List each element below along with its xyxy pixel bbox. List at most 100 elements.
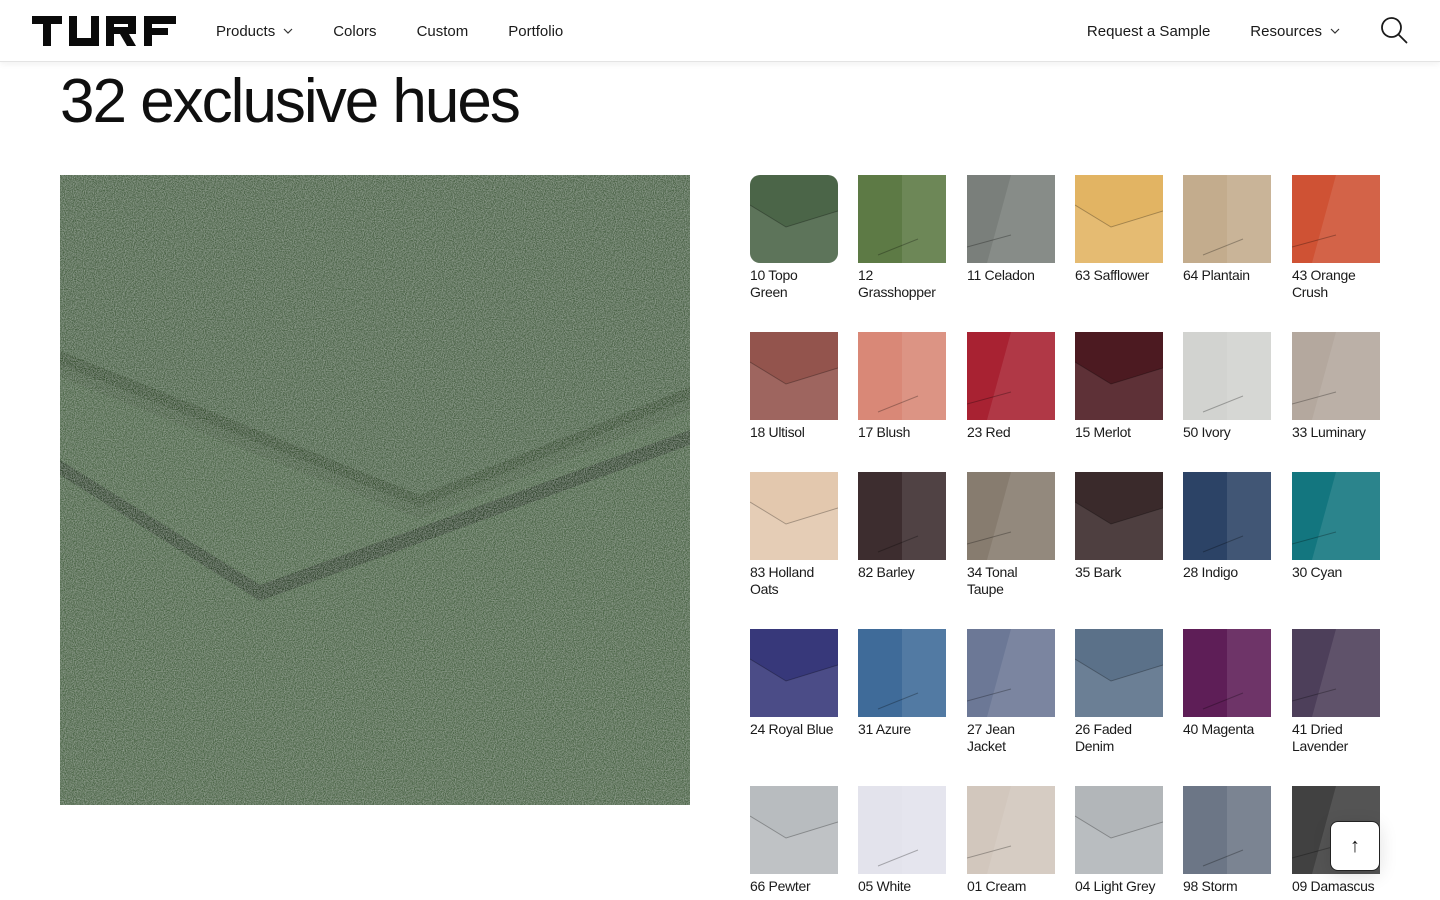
swatch-label: 82 Barley (858, 564, 915, 580)
chevron-down-icon (1330, 28, 1340, 34)
swatch-label: 31 Azure (858, 721, 911, 737)
secondary-nav: Request a Sample Resources (1087, 0, 1340, 62)
swatch-chip (858, 472, 946, 560)
color-swatch[interactable]: 33 Luminary (1292, 332, 1380, 441)
nav-portfolio-label: Portfolio (508, 22, 564, 40)
color-swatch[interactable]: 30 Cyan (1292, 472, 1380, 581)
swatch-label: 83 Holland Oats (750, 564, 814, 597)
color-swatch[interactable]: 15 Merlot (1075, 332, 1163, 441)
turf-logo[interactable] (32, 16, 176, 46)
page-title: 32 exclusive hues (60, 67, 521, 136)
color-swatch[interactable]: 23 Red (967, 332, 1055, 441)
swatch-label: 12 Grasshopper (858, 267, 936, 300)
nav-resources-label: Resources (1250, 22, 1322, 40)
swatch-label: 01 Cream (967, 878, 1027, 894)
swatch-chip (967, 175, 1055, 263)
color-swatch[interactable]: 64 Plantain (1183, 175, 1271, 284)
swatch-label: 41 Dried Lavender (1292, 721, 1348, 754)
color-swatch[interactable]: 11 Celadon (967, 175, 1055, 284)
nav-custom-label: Custom (416, 22, 469, 40)
swatch-label: 43 Orange Crush (1292, 267, 1356, 300)
color-swatch[interactable]: 28 Indigo (1183, 472, 1271, 581)
swatch-chip (750, 472, 838, 560)
swatch-label: 17 Blush (858, 424, 911, 440)
nav-request-sample-label: Request a Sample (1086, 22, 1211, 40)
color-swatch[interactable]: 82 Barley (858, 472, 946, 581)
swatch-label: 50 Ivory (1183, 424, 1231, 440)
color-swatch[interactable]: 17 Blush (858, 332, 946, 441)
swatch-label: 33 Luminary (1292, 424, 1366, 440)
swatch-chip (1075, 472, 1163, 560)
swatch-label: 98 Storm (1183, 878, 1238, 894)
swatch-chip (1292, 472, 1380, 560)
color-swatch[interactable]: 24 Royal Blue (750, 629, 838, 738)
swatch-chip (967, 332, 1055, 420)
chevron-down-icon (283, 28, 293, 34)
color-swatch[interactable]: 98 Storm (1183, 786, 1271, 895)
swatch-label: 24 Royal Blue (750, 721, 834, 737)
swatch-chip (967, 629, 1055, 717)
swatch-label: 15 Merlot (1075, 424, 1131, 440)
swatch-chip (858, 786, 946, 874)
color-swatch[interactable]: 27 Jean Jacket (967, 629, 1055, 755)
nav-resources[interactable]: Resources (1250, 23, 1340, 40)
color-swatch[interactable]: 41 Dried Lavender (1292, 629, 1380, 755)
hero-felt-illustration (60, 175, 690, 805)
swatch-chip (1183, 472, 1271, 560)
color-swatch[interactable]: 35 Bark (1075, 472, 1163, 581)
swatch-chip (858, 332, 946, 420)
nav-colors[interactable]: Colors (333, 23, 376, 40)
color-swatch[interactable]: 12 Grasshopper (858, 175, 946, 301)
swatch-label: 26 Faded Denim (1075, 721, 1132, 754)
nav-custom[interactable]: Custom (417, 23, 469, 40)
color-swatch[interactable]: 43 Orange Crush (1292, 175, 1380, 301)
swatch-label: 04 Light Grey (1075, 878, 1156, 894)
swatch-chip (1183, 786, 1271, 874)
color-swatch[interactable]: 83 Holland Oats (750, 472, 838, 598)
swatch-chip (1075, 786, 1163, 874)
color-swatch[interactable]: 26 Faded Denim (1075, 629, 1163, 755)
swatch-chip (750, 175, 838, 263)
swatch-label: 34 Tonal Taupe (967, 564, 1018, 597)
color-swatch[interactable]: 10 Topo Green (750, 175, 838, 301)
swatch-chip (967, 786, 1055, 874)
nav-request-sample[interactable]: Request a Sample (1087, 23, 1210, 40)
swatch-chip (1075, 175, 1163, 263)
color-swatch[interactable]: 63 Safflower (1075, 175, 1163, 284)
swatch-chip (1183, 629, 1271, 717)
nav-colors-label: Colors (333, 22, 377, 40)
swatch-chip (1292, 332, 1380, 420)
color-swatch[interactable]: 01 Cream (967, 786, 1055, 895)
swatch-label: 27 Jean Jacket (967, 721, 1015, 754)
swatch-chip (1292, 175, 1380, 263)
swatch-chip (967, 472, 1055, 560)
swatch-label: 63 Safflower (1075, 267, 1149, 283)
site-header: Products Colors Custom Portfolio Request… (0, 0, 1440, 62)
swatch-label: 23 Red (967, 424, 1011, 440)
color-swatch[interactable]: 18 Ultisol (750, 332, 838, 441)
swatch-label: 05 White (858, 878, 911, 894)
nav-products[interactable]: Products (216, 23, 293, 40)
color-swatch[interactable]: 05 White (858, 786, 946, 895)
swatch-chip (750, 629, 838, 717)
swatch-label: 66 Pewter (750, 878, 811, 894)
color-swatch[interactable]: 34 Tonal Taupe (967, 472, 1055, 598)
color-swatch[interactable]: 04 Light Grey (1075, 786, 1163, 895)
swatch-label: 18 Ultisol (750, 424, 805, 440)
primary-nav: Products Colors Custom Portfolio (216, 0, 563, 62)
swatch-chip (1183, 332, 1271, 420)
swatch-chip (750, 786, 838, 874)
search-icon[interactable] (1380, 16, 1408, 44)
swatch-chip (1075, 629, 1163, 717)
swatch-chip (858, 175, 946, 263)
color-swatch[interactable]: 31 Azure (858, 629, 946, 738)
swatch-chip (750, 332, 838, 420)
arrow-up-icon: ↑ (1350, 835, 1360, 857)
nav-portfolio[interactable]: Portfolio (508, 23, 563, 40)
color-swatch[interactable]: 50 Ivory (1183, 332, 1271, 441)
back-to-top-button[interactable]: ↑ (1330, 821, 1380, 871)
color-swatch[interactable]: 40 Magenta (1183, 629, 1271, 738)
swatch-label: 11 Celadon (967, 267, 1035, 283)
color-swatch[interactable]: 66 Pewter (750, 786, 838, 895)
swatch-label: 40 Magenta (1183, 721, 1254, 737)
